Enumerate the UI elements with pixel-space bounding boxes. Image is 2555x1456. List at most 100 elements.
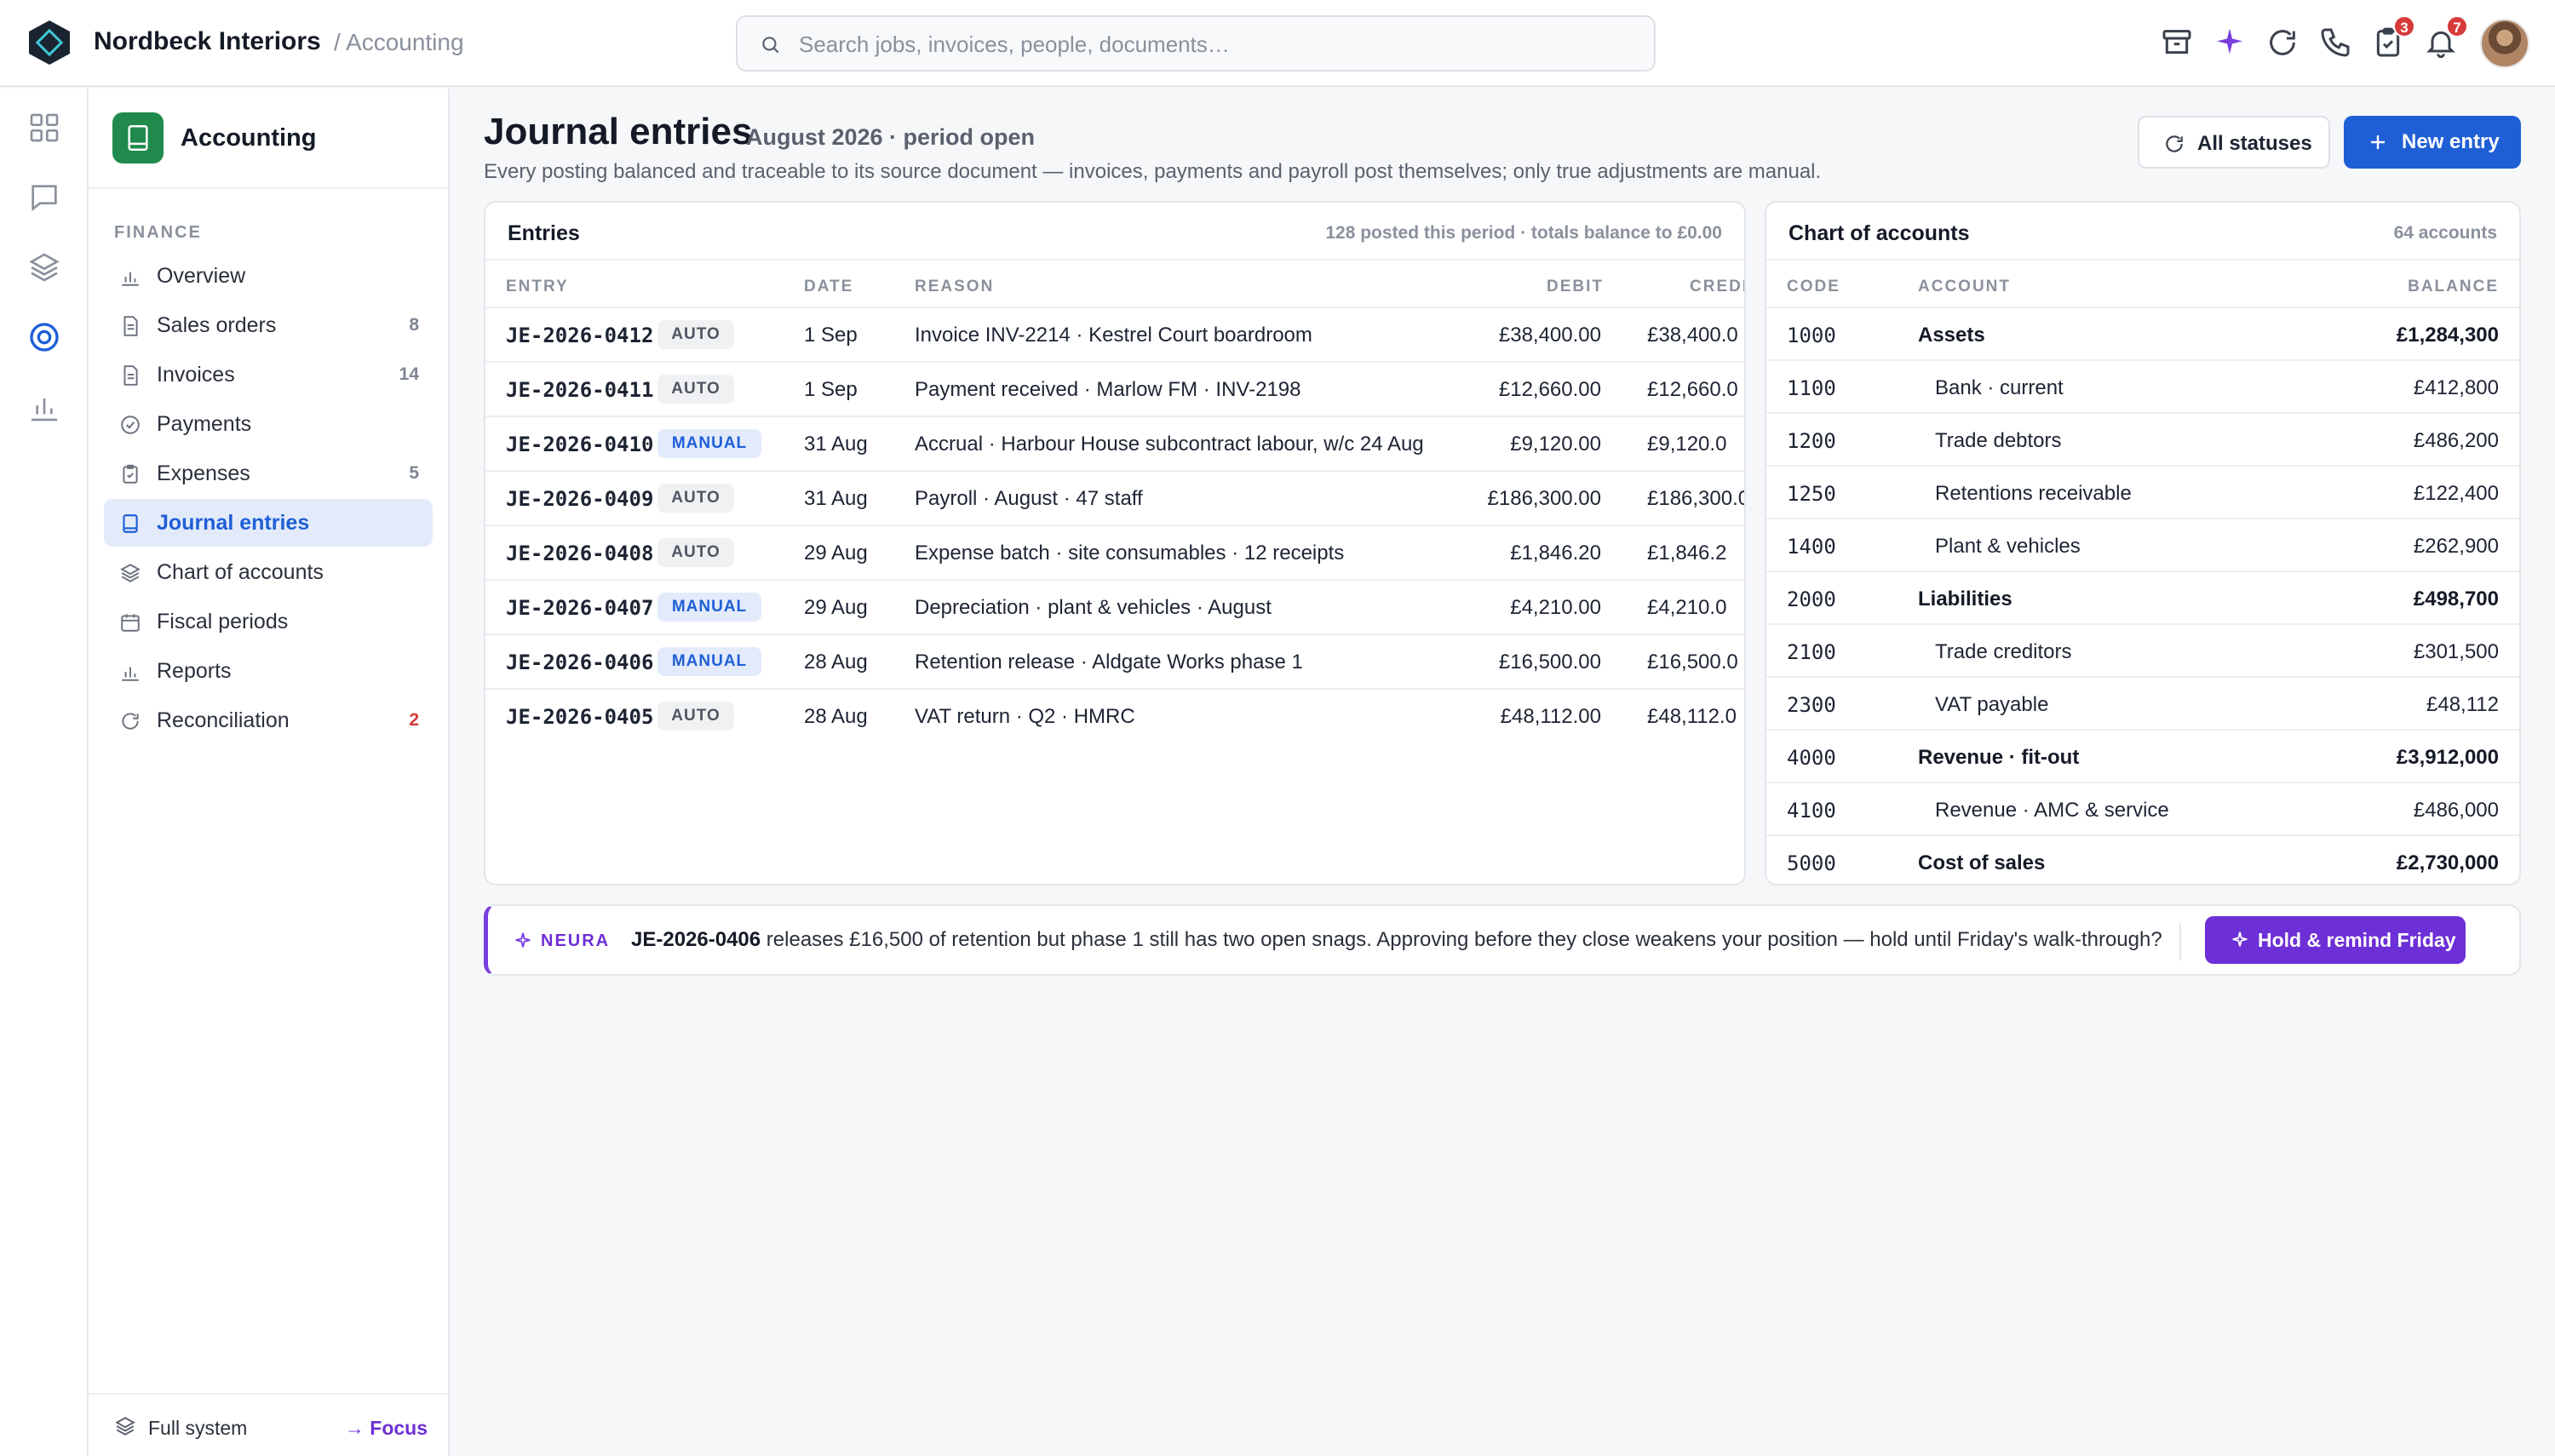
neura-entry-ref[interactable]: JE-2026-0406 — [631, 928, 761, 951]
sidebar-item-overview[interactable]: Overview — [104, 252, 433, 300]
focus-link[interactable]: → Focus — [345, 1417, 428, 1440]
entry-debit: £4,210.00 — [1510, 596, 1601, 619]
account-row[interactable]: 1400 Plant & vehicles £262,900 — [1766, 518, 2519, 570]
sidebar-item-chart-of-accounts[interactable]: Chart of accounts — [104, 548, 433, 596]
col-credit[interactable]: CREDI — [1690, 278, 1744, 296]
table-row[interactable]: JE-2026-0406 MANUAL 28 Aug Retention releas… — [485, 633, 1744, 688]
entry-date: 31 Aug — [804, 487, 868, 510]
layers-icon[interactable] — [27, 250, 61, 284]
chat-icon[interactable] — [27, 181, 61, 215]
table-row[interactable]: JE-2026-0407 MANUAL 29 Aug Depreciation · p… — [485, 579, 1744, 633]
entry-debit: £1,846.20 — [1510, 542, 1601, 565]
phone-icon[interactable] — [2318, 26, 2352, 60]
grid-icon[interactable] — [27, 111, 61, 145]
account-row[interactable]: 1200 Trade debtors £486,200 — [1766, 412, 2519, 465]
entry-credit: £4,210.0 — [1647, 596, 1727, 619]
table-row[interactable]: JE-2026-0409 AUTO 31 Aug Payroll · August ·… — [485, 470, 1744, 525]
bar-chart-icon — [122, 667, 139, 681]
refresh-icon — [122, 713, 139, 730]
layers-icon — [115, 1417, 135, 1436]
refresh-icon[interactable] — [2265, 26, 2300, 60]
account-name: Assets — [1918, 324, 1985, 347]
tasks-button[interactable]: 3 — [2371, 15, 2415, 60]
search-icon — [762, 37, 779, 54]
app-rail — [0, 89, 89, 1456]
entry-id[interactable]: JE-2026-0410 — [506, 433, 653, 456]
table-row[interactable]: JE-2026-0408 AUTO 29 Aug Expense batch · si… — [485, 525, 1744, 579]
account-code: 4000 — [1787, 746, 1836, 770]
table-row[interactable]: JE-2026-0405 AUTO 28 Aug VAT return · Q2 · … — [485, 688, 1744, 742]
sidebar-item-sales-orders[interactable]: Sales orders 8 — [104, 301, 433, 349]
sidebar-item-payments[interactable]: Payments — [104, 400, 433, 448]
hold-remind-button[interactable]: Hold & remind Friday — [2205, 916, 2466, 964]
entry-id[interactable]: JE-2026-0412 — [506, 324, 653, 347]
sidebar-item-reports[interactable]: Reports — [104, 647, 433, 695]
entry-type-tag: MANUAL — [657, 593, 761, 622]
brand-name[interactable]: Nordbeck Interiors — [94, 27, 321, 56]
entry-id[interactable]: JE-2026-0405 — [506, 705, 653, 729]
col-balance[interactable]: BALANCE — [2408, 278, 2499, 296]
new-entry-label: New entry — [2402, 130, 2500, 153]
entry-reason: Payroll · August · 47 staff — [915, 487, 1143, 510]
notifications-button[interactable]: 7 — [2424, 15, 2468, 60]
full-system-link[interactable]: Full system — [148, 1417, 247, 1440]
account-name: Plant & vehicles — [1935, 535, 2081, 558]
table-row[interactable]: JE-2026-0411 AUTO 1 Sep Payment received · … — [485, 361, 1744, 416]
entry-type-tag: AUTO — [657, 538, 734, 567]
sparkle-icon[interactable] — [2213, 26, 2247, 60]
col-date[interactable]: DATE — [804, 278, 853, 296]
account-name: Cost of sales — [1918, 851, 2046, 874]
sidebar-item-label: Sales orders — [157, 313, 277, 337]
account-row[interactable]: 2300 VAT payable £48,112 — [1766, 676, 2519, 729]
entry-credit: £48,112.0 — [1647, 705, 1737, 728]
hold-remind-label: Hold & remind Friday — [2258, 929, 2456, 951]
col-account[interactable]: ACCOUNT — [1918, 278, 2011, 296]
account-row[interactable]: 1000 Assets £1,284,300 — [1766, 307, 2519, 359]
account-row[interactable]: 4100 Revenue · AMC & service £486,000 — [1766, 782, 2519, 834]
table-row[interactable]: JE-2026-0410 MANUAL 31 Aug Accrual · Harbou… — [485, 416, 1744, 470]
table-row[interactable]: JE-2026-0412 AUTO 1 Sep Invoice INV-2214 · … — [485, 307, 1744, 361]
entry-id[interactable]: JE-2026-0408 — [506, 542, 653, 565]
search-input[interactable] — [799, 27, 1633, 61]
account-row[interactable]: 1100 Bank · current £412,800 — [1766, 359, 2519, 412]
sidebar-footer: Full system → Focus — [89, 1393, 448, 1456]
search-box[interactable] — [736, 15, 1656, 72]
account-row[interactable]: 2000 Liabilities £498,700 — [1766, 570, 2519, 623]
account-code: 2300 — [1787, 693, 1836, 717]
divider — [2179, 923, 2181, 960]
sidebar-item-count: 5 — [409, 463, 419, 483]
entries-card: Entries 128 posted this period · totals … — [484, 201, 1746, 886]
entry-date: 1 Sep — [804, 378, 858, 401]
sidebar-item-expenses[interactable]: Expenses 5 — [104, 450, 433, 497]
account-row[interactable]: 5000 Cost of sales £2,730,000 — [1766, 834, 2519, 884]
breadcrumb[interactable]: / Accounting — [334, 29, 464, 56]
avatar[interactable] — [2480, 19, 2529, 68]
all-statuses-button[interactable]: All statuses — [2138, 116, 2330, 169]
logo-icon[interactable] — [26, 19, 73, 66]
account-row[interactable]: 1250 Retentions receivable £122,400 — [1766, 465, 2519, 518]
account-code: 1400 — [1787, 535, 1836, 559]
target-icon[interactable] — [27, 320, 61, 354]
col-entry[interactable]: ENTRY — [506, 278, 569, 296]
bar-chart-icon[interactable] — [27, 390, 61, 424]
account-name: Trade debtors — [1935, 429, 2062, 452]
sidebar-item-journal-entries[interactable]: Journal entries — [104, 499, 433, 547]
entry-id[interactable]: JE-2026-0407 — [506, 596, 653, 620]
col-code[interactable]: CODE — [1787, 278, 1840, 296]
sidebar-item-reconciliation[interactable]: Reconciliation 2 — [104, 696, 433, 744]
archive-icon[interactable] — [2160, 26, 2194, 60]
entry-reason: VAT return · Q2 · HMRC — [915, 705, 1135, 728]
sidebar-item-invoices[interactable]: Invoices 14 — [104, 351, 433, 398]
sidebar-item-count: 2 — [409, 710, 419, 730]
account-row[interactable]: 2100 Trade creditors £301,500 — [1766, 623, 2519, 676]
col-reason[interactable]: REASON — [915, 278, 994, 296]
neura-suggestion-banner: NEURA JE-2026-0406 releases £16,500 of r… — [484, 904, 2521, 976]
entry-id[interactable]: JE-2026-0409 — [506, 487, 653, 511]
account-row[interactable]: 4000 Revenue · fit-out £3,912,000 — [1766, 729, 2519, 782]
sidebar-item-fiscal-periods[interactable]: Fiscal periods — [104, 598, 433, 645]
entry-id[interactable]: JE-2026-0411 — [506, 378, 653, 402]
col-debit[interactable]: DEBIT — [1547, 278, 1604, 296]
new-entry-button[interactable]: New entry — [2344, 116, 2521, 169]
entry-id[interactable]: JE-2026-0406 — [506, 651, 653, 674]
entry-type-tag: MANUAL — [657, 647, 761, 676]
